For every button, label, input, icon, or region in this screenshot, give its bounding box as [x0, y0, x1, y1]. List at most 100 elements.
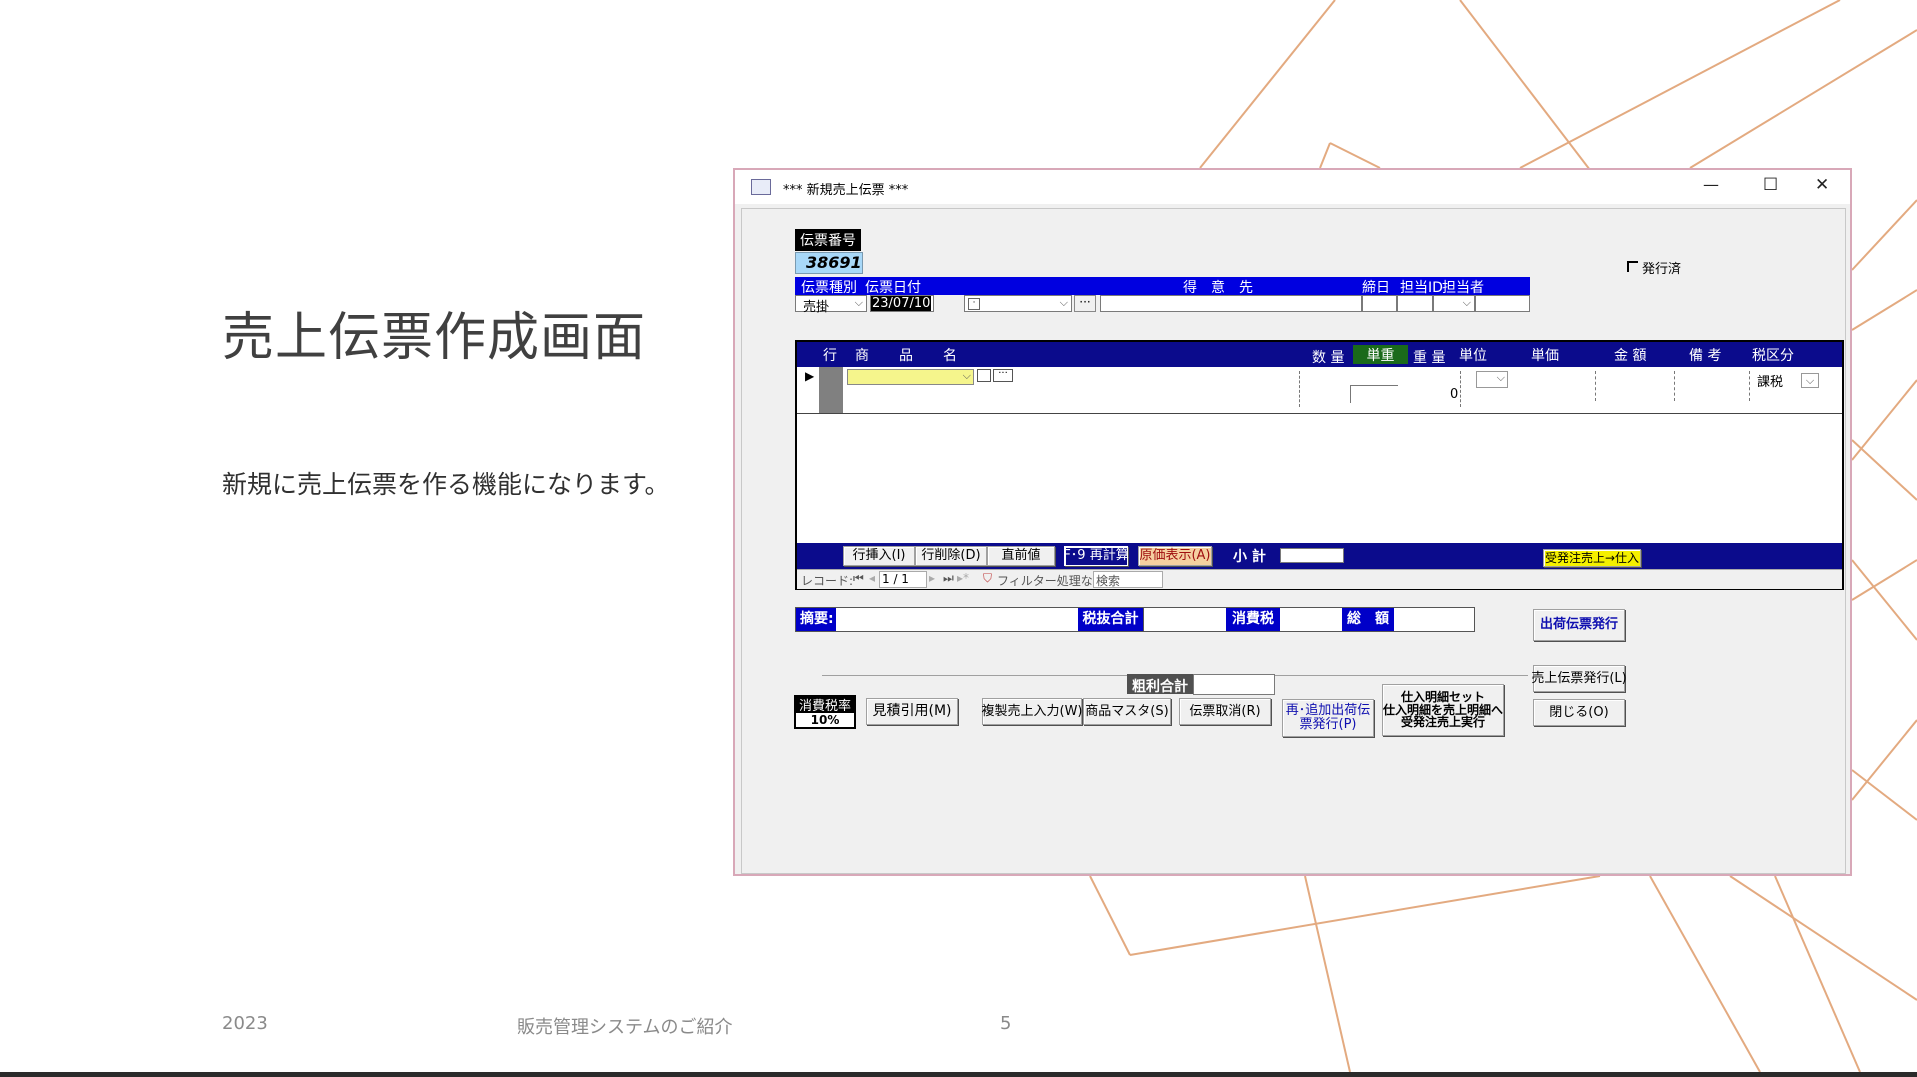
delete-row-button[interactable]: 行削除(D) [915, 546, 987, 566]
qty-cell[interactable] [1299, 371, 1300, 407]
unit-select[interactable]: ⌵ [1476, 371, 1508, 388]
header-customer-label: 得 意 先 [1183, 280, 1253, 296]
header-closing-label: 締日 [1362, 280, 1390, 296]
detail-grid: 行 商 品 名 数 量 単重 重 量 単位 単価 金 額 備 考 税区分 ▶ ⌵… [795, 340, 1844, 590]
header-staff-label: 担当者 [1442, 280, 1484, 296]
tax-field [1280, 608, 1342, 631]
voucher-type-value: 売掛 [803, 300, 830, 315]
maximize-button[interactable]: ☐ [1763, 175, 1778, 195]
sales-slip-button[interactable]: 売上伝票発行(L) [1531, 665, 1627, 692]
chevron-down-icon: ⌵ [854, 296, 863, 309]
order-to-sales-button[interactable]: 受発注売上→仕入 [1543, 549, 1641, 567]
grand-total-field [1394, 608, 1474, 631]
detail-grid-header: 行 商 品 名 数 量 単重 重 量 単位 単価 金 額 備 考 税区分 [797, 342, 1842, 367]
tax-class-dropdown[interactable]: ⌵ [1801, 373, 1819, 388]
weight-cell[interactable] [1460, 371, 1461, 407]
current-record-icon: ▶ [805, 369, 815, 383]
close-button[interactable]: ✕ [1815, 175, 1829, 195]
form-body: 伝票番号 38691 発行済 伝票種別 伝票日付 得 意 先 締日 担当ID 担… [741, 208, 1846, 874]
voucher-date-value: 23/07/10 [871, 296, 932, 311]
bottom-rule [0, 1072, 1917, 1077]
form-icon [751, 179, 771, 195]
customer-lookup-icon[interactable]: · [968, 298, 980, 310]
filter-icon: ⛉ [983, 571, 993, 585]
staff-id-select[interactable]: ⌵ [1433, 295, 1475, 312]
next-record-icon[interactable]: ▸ [929, 571, 935, 585]
col-qty-label: 数 量 [1312, 350, 1345, 366]
chevron-down-icon: ⌵ [1462, 296, 1471, 309]
cost-display-button[interactable]: 原価表示(A) [1138, 546, 1212, 566]
pretax-total-label: 税抜合計 [1078, 608, 1143, 631]
price-cell[interactable] [1595, 371, 1596, 401]
close-form-button[interactable]: 閉じる(O) [1533, 699, 1625, 726]
header-staff-id-label: 担当ID [1400, 280, 1443, 296]
product-more-button[interactable]: ··· [993, 369, 1013, 382]
note-cell[interactable] [1749, 371, 1750, 401]
quote-reference-button[interactable]: 見積引用(M) [866, 698, 958, 725]
minimize-button[interactable]: — [1703, 175, 1719, 194]
previous-value-button[interactable]: 直前値 [987, 546, 1055, 566]
purchase-detail-button[interactable]: 仕入明細セット 仕入明細を売上明細へ 受発注売上実行 [1382, 684, 1504, 736]
row-selector[interactable] [819, 367, 843, 413]
col-weight-label: 重 量 [1413, 350, 1446, 366]
product-lookup-icon[interactable] [977, 369, 991, 382]
slide-title: 売上伝票作成画面 [222, 308, 647, 368]
subtotal-label: 小 計 [1233, 549, 1266, 565]
gross-profit-label: 粗利合計 [1127, 674, 1193, 695]
search-input[interactable]: 検索 [1093, 571, 1163, 588]
new-record-icon[interactable]: ▸* [957, 571, 969, 585]
memo-field[interactable] [836, 608, 1078, 631]
voucher-number-label: 伝票番号 [795, 229, 861, 251]
customer-more-button[interactable]: ··· [1074, 295, 1096, 312]
gross-profit-field [1193, 674, 1275, 695]
last-record-icon[interactable]: ⏭ [943, 571, 954, 586]
slide-body-text: 新規に売上伝票を作る機能になります。 [222, 470, 670, 499]
detail-row[interactable]: ▶ ⌵ ··· 0 ⌵ 課税 ⌵ [797, 367, 1842, 414]
voucher-type-select[interactable]: 売掛 ⌵ [795, 295, 867, 315]
filter-status[interactable]: フィルター処理なし [997, 572, 1105, 589]
subtotal-field [1280, 548, 1344, 563]
first-record-icon[interactable]: ⏮ [853, 571, 864, 586]
col-unit-label: 単位 [1459, 348, 1487, 364]
record-navigator: レコード: ⏮ ◂ 1 / 1 ▸ ⏭ ▸* ⛉ フィルター処理なし 検索 [797, 569, 1842, 589]
grand-total-label: 総 額 [1342, 608, 1394, 631]
issued-checkbox[interactable] [1627, 261, 1638, 272]
customer-name-field[interactable] [1100, 295, 1362, 312]
product-select[interactable]: ⌵ [847, 369, 974, 385]
prev-record-icon[interactable]: ◂ [869, 571, 875, 585]
shipping-slip-button[interactable]: 出荷伝票発行 [1533, 609, 1625, 641]
tax-rate-value: 10% [794, 711, 856, 729]
amount-cell[interactable] [1674, 371, 1675, 401]
footer-year: 2023 [222, 1013, 268, 1034]
recalc-button[interactable]: F･9 再計算 [1063, 546, 1129, 566]
col-product-label: 商 品 名 [855, 348, 965, 364]
col-note-label: 備 考 [1689, 348, 1722, 364]
col-amount-label: 金 額 [1614, 348, 1647, 364]
customer-extra-field[interactable] [1362, 295, 1397, 312]
reissue-shipping-button[interactable]: 再･追加出荷伝 票発行(P) [1282, 699, 1374, 737]
duplicate-sales-button[interactable]: 複製売上入力(W) [982, 698, 1083, 725]
memo-label: 摘要: [796, 608, 836, 631]
reissue-shipping-line1: 再･追加出荷伝 [1285, 703, 1371, 719]
reissue-shipping-line2: 票発行(P) [1299, 717, 1357, 732]
window-titlebar: *** 新規売上伝票 *** — ☐ ✕ [735, 170, 1850, 204]
customer-code-select[interactable]: · ⌵ [964, 295, 1072, 312]
insert-row-button[interactable]: 行挿入(I) [843, 546, 915, 566]
record-position[interactable]: 1 / 1 [879, 571, 927, 588]
unit-weight-cell[interactable] [1350, 385, 1398, 403]
chevron-down-icon: ⌵ [1059, 296, 1068, 309]
cancel-slip-button[interactable]: 伝票取消(R) [1179, 698, 1271, 725]
totals-bar: 摘要: 税抜合計 消費税 総 額 [795, 607, 1475, 632]
tax-rate-label: 消費税率 [794, 695, 856, 714]
window-title: *** 新規売上伝票 *** [783, 183, 909, 198]
product-master-button[interactable]: 商品マスタ(S) [1083, 698, 1171, 725]
voucher-date-field[interactable]: 23/07/10 [870, 295, 934, 312]
tax-class-value: 課税 [1757, 375, 1784, 390]
closing-day-field[interactable] [1397, 295, 1433, 312]
purchase-detail-line3: 受発注売上実行 [1400, 715, 1485, 730]
staff-name-field[interactable] [1475, 295, 1530, 312]
issued-checkbox-label: 発行済 [1642, 262, 1682, 277]
header-type-label: 伝票種別 [801, 280, 857, 296]
col-price-label: 単価 [1531, 348, 1559, 364]
col-tax-class-label: 税区分 [1752, 348, 1794, 364]
